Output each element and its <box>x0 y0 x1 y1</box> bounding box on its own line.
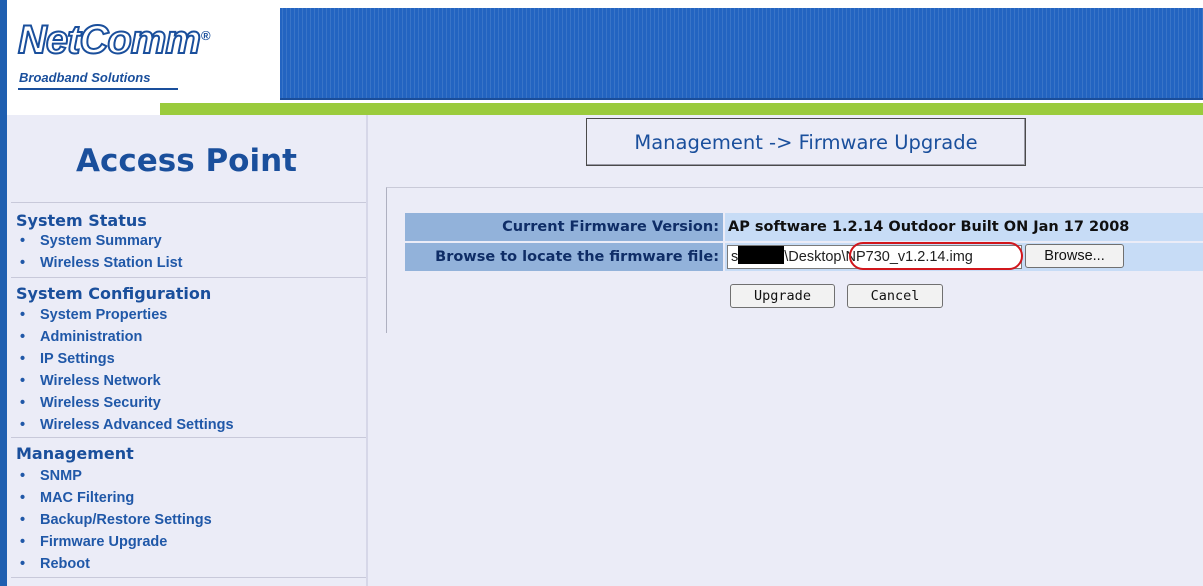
browse-button[interactable]: Browse... <box>1025 244 1124 268</box>
sidebar-title: Access Point <box>76 143 297 179</box>
nav-wireless-network[interactable]: • Wireless Network <box>20 373 161 389</box>
current-version-value: AP software 1.2.14 Outdoor Built ON Jan … <box>725 213 1203 241</box>
current-version-label: Current Firmware Version: <box>405 213 723 241</box>
nav-firmware-upgrade[interactable]: • Firmware Upgrade <box>20 534 167 550</box>
header-accent-bar <box>160 103 1203 115</box>
nav-wireless-security[interactable]: • Wireless Security <box>20 395 161 411</box>
header-banner <box>238 8 1203 100</box>
netcomm-logo[interactable]: NetComm ® Broadband Solutions <box>17 17 228 98</box>
left-edge-bar <box>0 0 7 586</box>
nav-mac-filtering[interactable]: • MAC Filtering <box>20 490 134 506</box>
nav-wireless-station-list[interactable]: • Wireless Station List <box>20 255 183 271</box>
sidebar-nav: Access Point System Status • System Summa… <box>7 115 368 586</box>
upgrade-button[interactable]: Upgrade <box>730 284 835 308</box>
logo-tagline: Broadband Solutions <box>19 70 151 85</box>
nav-system-summary[interactable]: • System Summary <box>20 233 162 249</box>
nav-ip-settings[interactable]: • IP Settings <box>20 351 115 367</box>
logo-underline <box>18 88 178 90</box>
nav-snmp[interactable]: • SNMP <box>20 468 82 484</box>
nav-wireless-advanced-settings[interactable]: • Wireless Advanced Settings <box>20 417 234 433</box>
main-content: Management -> Firmware Upgrade Current F… <box>368 115 1203 586</box>
section-system-configuration: System Configuration <box>16 284 212 303</box>
page-title: Management -> Firmware Upgrade <box>586 118 1026 166</box>
redacted-block <box>738 246 785 264</box>
browse-label: Browse to locate the firmware file: <box>405 243 723 271</box>
divider <box>11 277 366 278</box>
nav-backup-restore-settings[interactable]: • Backup/Restore Settings <box>20 512 212 528</box>
nav-administration[interactable]: • Administration <box>20 329 142 345</box>
cancel-button[interactable]: Cancel <box>847 284 943 308</box>
logo-wordmark: NetComm <box>17 17 202 63</box>
divider <box>11 577 366 578</box>
divider <box>11 202 366 203</box>
nav-reboot[interactable]: • Reboot <box>20 556 90 572</box>
section-management: Management <box>16 444 134 463</box>
page-header: NetComm ® Broadband Solutions <box>0 0 1203 115</box>
current-version-row: Current Firmware Version: AP software 1.… <box>405 213 1203 242</box>
firmware-file-input[interactable]: s \Desktop\NP730_v1.2.14.img <box>727 245 1022 269</box>
section-system-status: System Status <box>16 211 147 230</box>
registered-mark: ® <box>201 28 211 43</box>
nav-system-properties[interactable]: • System Properties <box>20 307 167 323</box>
divider <box>11 437 366 438</box>
